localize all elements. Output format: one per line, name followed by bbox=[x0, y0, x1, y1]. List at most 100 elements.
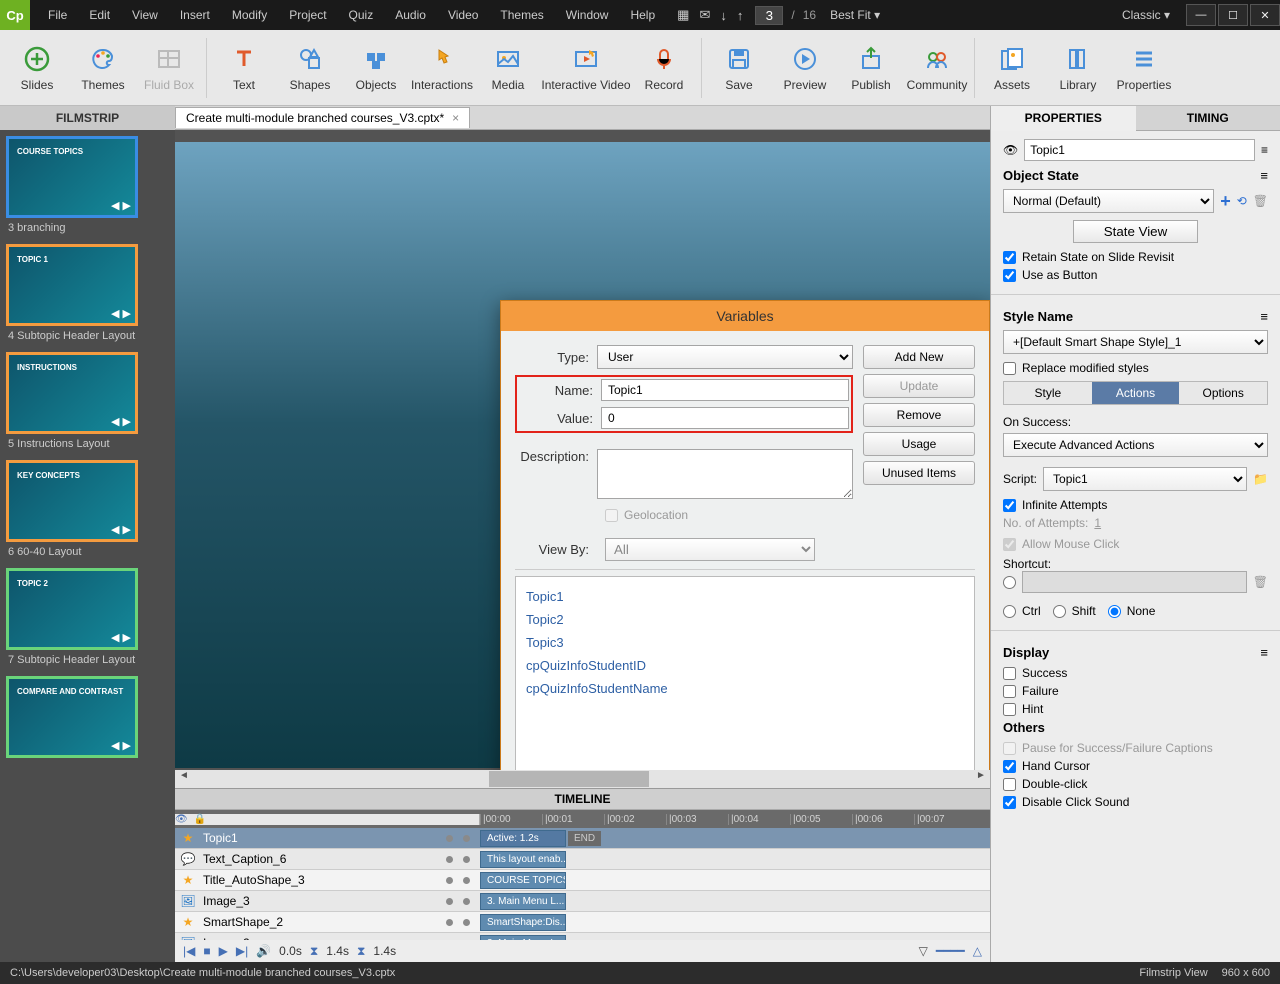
add-state-icon[interactable]: + bbox=[1220, 191, 1231, 212]
desc-input[interactable] bbox=[597, 449, 853, 499]
ribbon-slides[interactable]: Slides bbox=[4, 34, 70, 102]
state-view-button[interactable]: State View bbox=[1073, 220, 1198, 243]
workspace-select[interactable]: Classic ▾ bbox=[1114, 5, 1178, 25]
play-icon[interactable]: ▶ bbox=[219, 944, 228, 958]
menu-icon[interactable]: ≡ bbox=[1261, 143, 1268, 157]
clear-shortcut-icon[interactable]: 🗑 bbox=[1253, 575, 1268, 589]
lock-icon[interactable]: 🔒 bbox=[194, 814, 206, 825]
rewind-icon[interactable]: |◀ bbox=[183, 944, 195, 958]
thumb[interactable]: COURSE TOPICS◀ ▶3 branching bbox=[6, 136, 169, 238]
slide-current-input[interactable] bbox=[755, 6, 783, 25]
stage-h-scrollbar[interactable]: ◄► bbox=[175, 770, 990, 788]
ctrl-radio[interactable] bbox=[1003, 605, 1016, 618]
success-checkbox[interactable] bbox=[1003, 667, 1016, 680]
shortcut-key-input[interactable] bbox=[1022, 571, 1247, 593]
layout-icon[interactable]: ▦ bbox=[677, 7, 689, 23]
close-button[interactable]: ✕ bbox=[1250, 4, 1280, 26]
menu-insert[interactable]: Insert bbox=[170, 3, 220, 27]
variable-item[interactable]: Topic1 bbox=[526, 585, 964, 608]
end-icon[interactable]: ▶| bbox=[236, 944, 248, 958]
delete-state-icon[interactable]: 🗑 bbox=[1253, 194, 1268, 208]
ribbon-assets[interactable]: Assets bbox=[979, 34, 1045, 102]
variable-item[interactable]: Topic3 bbox=[526, 631, 964, 654]
visibility-icon[interactable]: 👁 bbox=[1003, 143, 1018, 157]
menu-file[interactable]: File bbox=[38, 3, 77, 27]
double-click-checkbox[interactable] bbox=[1003, 778, 1016, 791]
variable-item[interactable]: cpQuizInfoStudentName bbox=[526, 677, 964, 700]
download-icon[interactable]: ↓ bbox=[720, 8, 727, 23]
subtab-actions[interactable]: Actions bbox=[1092, 382, 1180, 404]
thumb[interactable]: KEY CONCEPTS◀ ▶6 60-40 Layout bbox=[6, 460, 169, 562]
shift-radio[interactable] bbox=[1053, 605, 1066, 618]
thumb[interactable]: COMPARE AND CONTRAST◀ ▶ bbox=[6, 676, 169, 766]
ribbon-record[interactable]: Record bbox=[631, 34, 697, 102]
hand-cursor-checkbox[interactable] bbox=[1003, 760, 1016, 773]
marker2-icon[interactable]: ⧗ bbox=[357, 944, 365, 959]
timeline-rows[interactable]: ★Topic1Active: 1.2sEND💬Text_Caption_6Thi… bbox=[175, 828, 990, 940]
menu-view[interactable]: View bbox=[122, 3, 168, 27]
menu-help[interactable]: Help bbox=[620, 3, 665, 27]
audio-icon[interactable]: 🔊 bbox=[256, 944, 271, 958]
retain-state-checkbox[interactable] bbox=[1003, 251, 1016, 264]
menu-video[interactable]: Video bbox=[438, 3, 488, 27]
unused-button[interactable]: Unused Items bbox=[863, 461, 975, 485]
timeline-row[interactable]: ★Title_AutoShape_3COURSE TOPICS... bbox=[175, 870, 990, 891]
menu-edit[interactable]: Edit bbox=[79, 3, 120, 27]
style-select[interactable]: +[Default Smart Shape Style]_1 bbox=[1003, 330, 1268, 354]
ribbon-objects[interactable]: Objects bbox=[343, 34, 409, 102]
ribbon-interactions[interactable]: Interactions bbox=[409, 34, 475, 102]
menu-themes[interactable]: Themes bbox=[490, 3, 553, 27]
script-select[interactable]: Topic1 bbox=[1043, 467, 1247, 491]
zoom-out-icon[interactable]: ▽ bbox=[919, 944, 928, 958]
folder-icon[interactable]: 📁 bbox=[1253, 472, 1268, 486]
ribbon-shapes[interactable]: Shapes bbox=[277, 34, 343, 102]
thumb[interactable]: TOPIC 2◀ ▶7 Subtopic Header Layout bbox=[6, 568, 169, 670]
type-select[interactable]: User bbox=[597, 345, 853, 369]
ribbon-fluid-box[interactable]: Fluid Box bbox=[136, 34, 202, 102]
menu-modify[interactable]: Modify bbox=[222, 3, 277, 27]
shortcut-key-radio[interactable] bbox=[1003, 576, 1016, 589]
menu-icon[interactable]: ≡ bbox=[1260, 168, 1268, 183]
add-new-button[interactable]: Add New bbox=[863, 345, 975, 369]
ribbon-library[interactable]: Library bbox=[1045, 34, 1111, 102]
hint-checkbox[interactable] bbox=[1003, 703, 1016, 716]
minimize-button[interactable]: — bbox=[1186, 4, 1216, 26]
usage-button[interactable]: Usage bbox=[863, 432, 975, 456]
menu-icon[interactable]: ≡ bbox=[1260, 645, 1268, 660]
menu-icon[interactable]: ≡ bbox=[1260, 309, 1268, 324]
thumb[interactable]: TOPIC 1◀ ▶4 Subtopic Header Layout bbox=[6, 244, 169, 346]
subtab-style[interactable]: Style bbox=[1004, 382, 1092, 404]
failure-checkbox[interactable] bbox=[1003, 685, 1016, 698]
ribbon-interactive-video[interactable]: Interactive Video bbox=[541, 34, 631, 102]
menu-project[interactable]: Project bbox=[279, 3, 336, 27]
on-success-select[interactable]: Execute Advanced Actions bbox=[1003, 433, 1268, 457]
name-input[interactable] bbox=[601, 379, 849, 401]
ribbon-community[interactable]: Community bbox=[904, 34, 970, 102]
close-tab-icon[interactable]: × bbox=[452, 111, 459, 125]
remove-button[interactable]: Remove bbox=[863, 403, 975, 427]
upload-icon[interactable]: ↑ bbox=[737, 8, 744, 23]
mail-icon[interactable]: ✉ bbox=[699, 7, 710, 23]
thumb[interactable]: INSTRUCTIONS◀ ▶5 Instructions Layout bbox=[6, 352, 169, 454]
none-radio[interactable] bbox=[1108, 605, 1121, 618]
ribbon-media[interactable]: Media bbox=[475, 34, 541, 102]
variable-list[interactable]: Topic1Topic2Topic3cpQuizInfoStudentIDcpQ… bbox=[515, 576, 975, 786]
tab-timing[interactable]: TIMING bbox=[1136, 106, 1280, 131]
viewby-select[interactable]: All bbox=[605, 538, 815, 561]
menu-window[interactable]: Window bbox=[556, 3, 619, 27]
ribbon-text[interactable]: Text bbox=[211, 34, 277, 102]
zoom-slider[interactable]: ━━━━ bbox=[936, 944, 965, 958]
marker1-icon[interactable]: ⧗ bbox=[310, 944, 318, 959]
document-tab[interactable]: Create multi-module branched courses_V3.… bbox=[175, 107, 470, 128]
variable-item[interactable]: cpQuizInfoStudentID bbox=[526, 654, 964, 677]
zoom-in-icon[interactable]: △ bbox=[973, 944, 982, 958]
timeline-row[interactable]: ★Topic1Active: 1.2sEND bbox=[175, 828, 990, 849]
menu-audio[interactable]: Audio bbox=[385, 3, 436, 27]
filmstrip-body[interactable]: COURSE TOPICS◀ ▶3 branchingTOPIC 1◀ ▶4 S… bbox=[0, 130, 175, 962]
timeline-row[interactable]: ★SmartShape_2SmartShape:Dis... bbox=[175, 912, 990, 933]
zoom-select[interactable]: Best Fit ▾ bbox=[830, 8, 880, 22]
timeline-row[interactable]: 🖼Image_33. Main Menu L... bbox=[175, 891, 990, 912]
update-button[interactable]: Update bbox=[863, 374, 975, 398]
reset-state-icon[interactable]: ⟲ bbox=[1237, 194, 1247, 208]
stop-icon[interactable]: ■ bbox=[203, 944, 210, 958]
